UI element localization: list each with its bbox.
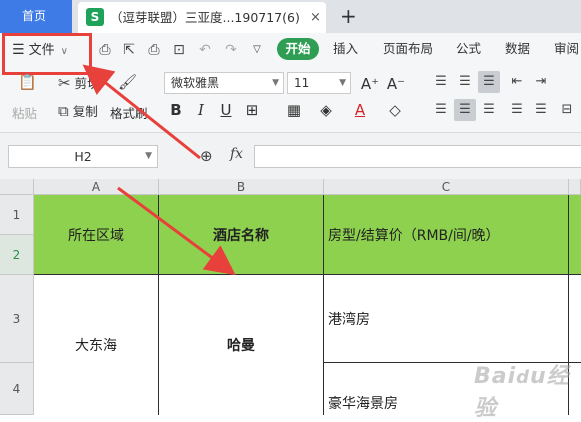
redo-icon[interactable]: ↷ <box>222 41 240 59</box>
borders-icon[interactable]: ▦ <box>284 99 304 121</box>
customize-dropdown-icon[interactable]: ▽ <box>248 41 266 59</box>
name-box[interactable]: H2 ▼ <box>8 145 158 168</box>
watermark-logo: Baidu经验 <box>474 364 570 421</box>
cell-c1-room-header[interactable]: 房型/结算价（RMB/间/晚） <box>324 195 569 275</box>
tab-insert[interactable]: 插入 <box>333 38 358 60</box>
font-family-select[interactable]: 微软雅黑 ▼ <box>164 72 284 94</box>
align-center-icon[interactable]: ☰ <box>454 99 476 121</box>
italic-button[interactable]: I <box>191 99 211 121</box>
cell-c3-room[interactable]: 港湾房 <box>324 275 569 363</box>
paste-button[interactable]: 粘贴 <box>12 103 37 122</box>
cell-a3-region[interactable]: 大东海 <box>34 275 159 415</box>
zoom-icon[interactable]: ⊕ <box>200 147 213 165</box>
chevron-down-icon: ▼ <box>339 78 346 88</box>
row-header-4[interactable]: 4 <box>0 363 34 415</box>
tab-home[interactable]: 首页 <box>0 0 72 33</box>
paste-icon[interactable]: 📋 <box>18 73 37 91</box>
insert-function-icon[interactable]: fx <box>230 146 243 162</box>
grow-font-button[interactable]: A⁺ <box>360 73 380 95</box>
chevron-down-icon: ▼ <box>145 151 152 161</box>
document-title: （逗芽联盟）三亚度...190717(6) <box>110 10 300 25</box>
align-middle-icon[interactable]: ☰ <box>454 71 476 93</box>
clear-format-icon[interactable]: ◇ <box>385 99 405 121</box>
cell-d3[interactable] <box>569 275 581 363</box>
column-header-b[interactable]: B <box>159 179 324 195</box>
tab-formulas[interactable]: 公式 <box>456 38 481 60</box>
tab-review[interactable]: 审阅 <box>554 38 579 60</box>
save-icon[interactable]: ⎙ <box>96 41 114 59</box>
row-header-3[interactable]: 3 <box>0 275 34 363</box>
shrink-font-button[interactable]: A⁻ <box>386 73 406 95</box>
cut-button[interactable]: ✂ 剪切 <box>58 73 100 92</box>
font-size-value: 11 <box>294 76 310 90</box>
copy-button[interactable]: ⧉ 复制 <box>58 101 98 120</box>
select-all-corner[interactable] <box>0 179 34 195</box>
format-painter-icon[interactable]: 🖌 <box>118 73 137 91</box>
annotation-highlight-box <box>2 33 92 75</box>
formula-bar: H2 ▼ ⊕ fx <box>0 133 581 179</box>
undo-icon[interactable]: ↶ <box>196 41 214 59</box>
cell-d1[interactable] <box>569 195 581 275</box>
align-top-icon[interactable]: ☰ <box>430 71 452 93</box>
cell-b3-hotel[interactable]: 哈曼 <box>159 275 324 415</box>
indent-decrease-icon[interactable]: ⇤ <box>506 71 528 93</box>
align-right-icon[interactable]: ☰ <box>478 99 500 121</box>
column-header-a[interactable]: A <box>34 179 159 195</box>
scissors-icon: ✂ <box>58 74 71 92</box>
export-icon[interactable]: ⇱ <box>120 41 138 59</box>
tab-data[interactable]: 数据 <box>505 38 530 60</box>
fill-color-icon[interactable]: ◈ <box>316 99 336 121</box>
spreadsheet-doc-icon: S <box>86 8 104 26</box>
name-box-value: H2 <box>74 149 92 164</box>
copy-icon: ⧉ <box>58 102 69 120</box>
align-left-icon[interactable]: ☰ <box>430 99 452 121</box>
column-header-d[interactable] <box>569 179 581 195</box>
underline-button[interactable]: U <box>216 99 236 121</box>
close-tab-icon[interactable]: × <box>310 2 321 33</box>
cell-b1-hotel-header[interactable]: 酒店名称 <box>159 195 324 275</box>
cut-label: 剪切 <box>74 76 100 91</box>
new-tab-icon[interactable]: + <box>340 0 357 33</box>
chevron-down-icon: ▼ <box>272 78 279 88</box>
copy-label: 复制 <box>72 104 98 119</box>
merge-cells-icon[interactable]: ⊟ <box>556 99 578 121</box>
column-header-c[interactable]: C <box>324 179 569 195</box>
strikethrough-icon[interactable]: ⊞ <box>242 99 262 121</box>
cell-a1-region-header[interactable]: 所在区域 <box>34 195 159 275</box>
tab-page-layout[interactable]: 页面布局 <box>383 38 433 60</box>
distribute-icon[interactable]: ☰ <box>530 99 552 121</box>
font-color-icon[interactable]: A <box>350 99 370 121</box>
row-header-2[interactable]: 2 <box>0 235 34 275</box>
indent-increase-icon[interactable]: ⇥ <box>530 71 552 93</box>
print-preview-icon[interactable]: ⊡ <box>170 41 188 59</box>
ribbon: ☰ 文件 ∨ ⎙ ⇱ ⎙ ⊡ ↶ ↷ ▽ 开始 插入 页面布局 公式 数据 审阅 📋… <box>0 33 581 133</box>
bold-button[interactable]: B <box>166 99 186 121</box>
justify-icon[interactable]: ☰ <box>506 99 528 121</box>
tab-strip: 首页 S （逗芽联盟）三亚度...190717(6) × + <box>0 0 581 33</box>
row-header-1[interactable]: 1 <box>0 195 34 235</box>
tab-document[interactable]: S （逗芽联盟）三亚度...190717(6) × <box>78 2 326 33</box>
print-icon[interactable]: ⎙ <box>145 41 163 59</box>
formula-input[interactable] <box>254 145 581 168</box>
tab-start[interactable]: 开始 <box>277 38 319 60</box>
format-painter-button[interactable]: 格式刷 <box>110 103 148 122</box>
font-size-select[interactable]: 11 ▼ <box>287 72 351 94</box>
align-bottom-icon[interactable]: ☰ <box>478 71 500 93</box>
font-family-value: 微软雅黑 <box>171 76 220 90</box>
